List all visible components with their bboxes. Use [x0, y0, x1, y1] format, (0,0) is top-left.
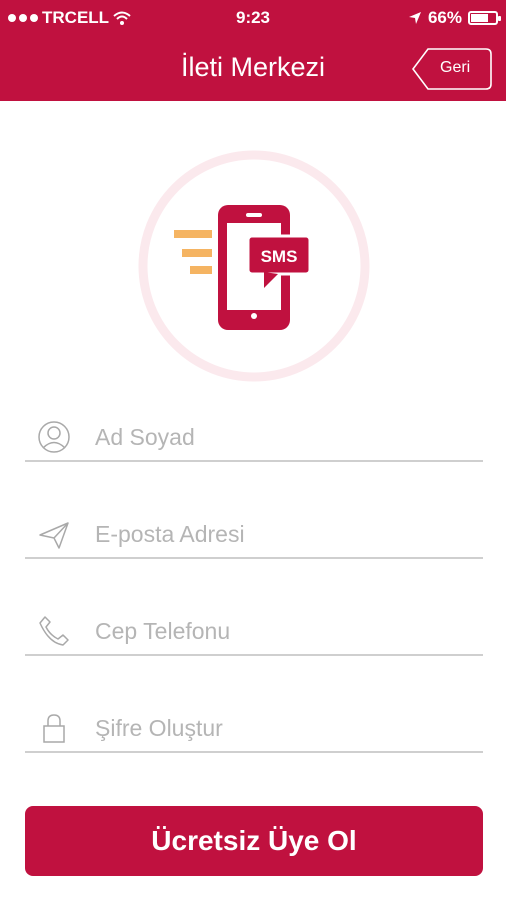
phone-field: [25, 594, 483, 656]
sms-logo: SMS: [138, 150, 370, 382]
back-button-label: Geri: [440, 59, 471, 76]
status-right: 66%: [408, 8, 501, 28]
register-button[interactable]: Ücretsiz Üye Ol: [25, 806, 483, 876]
sms-badge-text: SMS: [261, 247, 298, 266]
phone-icon: [39, 616, 69, 646]
phone-input[interactable]: [95, 614, 475, 648]
name-field: [25, 400, 483, 462]
status-bar: TRCELL 9:23 66%: [0, 0, 506, 36]
lock-icon: [43, 714, 65, 743]
password-field: [25, 691, 483, 753]
app-header: TRCELL 9:23 66% İleti Merkezi Geri: [0, 0, 506, 101]
email-field: [25, 497, 483, 559]
back-button[interactable]: Geri: [412, 48, 492, 90]
password-input[interactable]: [95, 711, 475, 745]
battery-icon: [468, 11, 501, 25]
user-icon: [38, 421, 70, 453]
battery-percent: 66%: [427, 8, 462, 27]
paper-plane-icon: [39, 522, 69, 549]
email-input[interactable]: [95, 517, 475, 551]
location-icon: [408, 12, 421, 24]
sms-phone-icon: SMS: [138, 150, 370, 382]
register-button-label: Ücretsiz Üye Ol: [151, 825, 357, 856]
name-input[interactable]: [95, 420, 475, 454]
